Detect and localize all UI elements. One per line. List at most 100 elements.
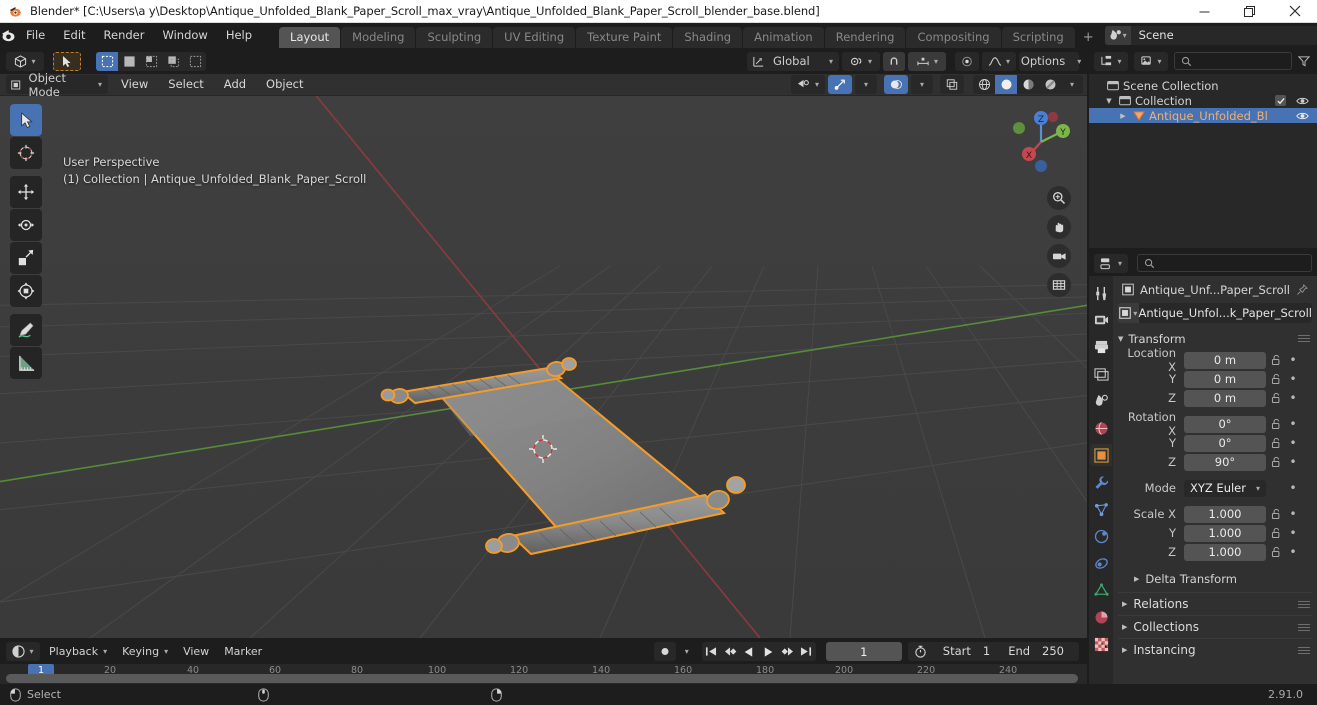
location-z-lock-icon[interactable] [1266,392,1286,404]
scale-x-animate-dot[interactable]: • [1286,507,1300,521]
properties-tab-render[interactable] [1090,309,1112,331]
instancing-panel[interactable]: ▶ Instancing [1118,638,1312,661]
collection-expand-triangle-icon[interactable]: ▼ [1103,97,1115,105]
properties-tab-particles[interactable] [1090,498,1112,520]
jump-to-end-button[interactable] [797,642,816,661]
location-x-lock-icon[interactable] [1266,354,1286,366]
location-z-animate-dot[interactable]: • [1286,391,1300,405]
auto-keying-toggle[interactable] [653,642,676,661]
menu-edit[interactable]: Edit [54,26,94,45]
snap-pivot-selector[interactable]: ▾ [842,51,880,71]
scale-x-value[interactable]: 1.000 [1184,505,1266,523]
viewport-menu-view[interactable]: View [111,75,158,94]
transform-orientation-selector[interactable]: Global ▾ [747,51,839,71]
properties-tab-scene[interactable] [1090,390,1112,412]
zoom-icon[interactable] [1047,186,1071,210]
rotation-x-lock-icon[interactable] [1266,418,1286,430]
shading-settings-caret-icon[interactable]: ▾ [1061,75,1083,94]
object-name-value[interactable]: Antique_Unfol...k_Paper_Scroll [1139,306,1312,320]
properties-search-input[interactable] [1137,254,1312,272]
workspace-tab-texture-paint[interactable]: Texture Paint [576,27,673,48]
scale-z-lock-icon[interactable] [1266,546,1286,558]
properties-tab-view-layer[interactable] [1090,363,1112,385]
properties-tab-material[interactable] [1090,606,1112,628]
menu-help[interactable]: Help [217,26,261,45]
editor-type-selector[interactable]: ▾ [6,51,44,71]
outliner-row-scene-collection[interactable]: Scene Collection [1089,78,1317,93]
play-reverse-button[interactable] [740,642,759,661]
scale-y-value[interactable]: 1.000 [1184,524,1266,542]
location-x-value[interactable]: 0 m [1184,351,1266,369]
location-y-animate-dot[interactable]: • [1286,372,1300,386]
scale-tool-button[interactable] [10,242,42,274]
scene-selector[interactable]: ▾ Scene ✕ [1104,26,1317,45]
workspace-tab-uv-editing[interactable]: UV Editing [493,27,576,48]
collection-checkbox[interactable] [1275,95,1286,106]
shading-solid-icon[interactable] [995,75,1017,94]
snap-settings-selector[interactable]: ▾ [908,51,946,71]
location-y-lock-icon[interactable] [1266,373,1286,385]
properties-tab-data[interactable] [1090,579,1112,601]
viewport-menu-select[interactable]: Select [158,75,213,94]
outliner-filter-button[interactable] [1296,55,1312,67]
location-y-value[interactable]: 0 m [1184,370,1266,388]
frame-start-field[interactable]: Start 1 [934,642,999,661]
auto-keying-settings-caret[interactable]: ▾ [679,642,695,661]
rotation-z-animate-dot[interactable]: • [1286,455,1300,469]
properties-tab-physics[interactable] [1090,525,1112,547]
properties-tab-world[interactable] [1090,417,1112,439]
properties-tab-object[interactable] [1090,444,1112,466]
pan-hand-icon[interactable] [1047,215,1071,239]
timeline-menu-marker[interactable]: Marker [218,642,268,661]
select-extend-icon[interactable] [118,52,140,71]
proportional-falloff-selector[interactable]: ▾ [982,51,1016,71]
pin-icon[interactable] [1296,283,1312,296]
object-expand-triangle-icon[interactable]: ▶ [1117,112,1129,120]
timeline-scrollbar[interactable] [6,674,1078,683]
gizmo-toggle[interactable] [828,75,852,94]
select-box-icon[interactable] [96,51,118,71]
delta-transform-subpanel[interactable]: ▶ Delta Transform [1118,569,1312,589]
gizmo-settings-selector[interactable]: ▾ [855,75,877,94]
jump-to-start-button[interactable] [702,642,721,661]
timeline-menu-playback[interactable]: Playback ▾ [43,642,113,661]
viewport-options-button[interactable]: Options ▾ [1019,51,1081,71]
transform-tool-button[interactable] [10,275,42,307]
location-x-animate-dot[interactable]: • [1286,353,1300,367]
viewport-navigation-gizmo[interactable]: Z Y X [1003,104,1079,180]
select-intersect-icon[interactable] [162,52,184,71]
workspace-tab-modeling[interactable]: Modeling [341,27,416,48]
scale-y-animate-dot[interactable]: • [1286,526,1300,540]
outliner-row-collection[interactable]: ▼ Collection [1089,93,1317,108]
shading-wireframe-icon[interactable] [973,75,995,94]
rotation-z-value[interactable]: 90° [1184,453,1266,471]
proportional-edit-toggle[interactable] [955,51,979,71]
object-eye-icon[interactable] [1296,111,1309,121]
rotation-mode-value[interactable]: XYZ Euler ▾ [1184,479,1266,497]
overlays-settings-selector[interactable]: ▾ [911,75,933,94]
shading-rendered-icon[interactable] [1039,75,1061,94]
overlays-toggle[interactable] [884,75,908,94]
tweak-tool-button[interactable] [10,104,42,136]
outliner-display-mode-selector[interactable]: ▾ [1134,51,1168,71]
object-mode-selector[interactable]: Object Mode ▾ [6,71,108,99]
properties-tab-tool[interactable] [1090,282,1112,304]
current-frame-input[interactable]: 1 [825,642,902,661]
workspace-tab-shading[interactable]: Shading [673,27,743,48]
outliner-search-input[interactable] [1174,52,1292,70]
rotation-y-value[interactable]: 0° [1184,434,1266,452]
workspace-tab-animation[interactable]: Animation [743,27,824,48]
relations-panel[interactable]: ▶ Relations [1118,592,1312,615]
rotation-x-value[interactable]: 0° [1184,415,1266,433]
measure-tool-button[interactable] [10,347,42,379]
next-keyframe-button[interactable] [778,642,797,661]
scene-name-field[interactable]: Scene [1130,26,1317,45]
tweak-tool-header-button[interactable] [53,51,81,71]
scale-x-lock-icon[interactable] [1266,508,1286,520]
timeline-editor-type-selector[interactable]: ▾ [6,642,40,661]
workspace-tab-rendering[interactable]: Rendering [824,27,906,48]
properties-tab-texture[interactable] [1090,633,1112,655]
rotation-y-lock-icon[interactable] [1266,437,1286,449]
rotation-x-animate-dot[interactable]: • [1286,417,1300,431]
collection-eye-icon[interactable] [1296,96,1309,106]
